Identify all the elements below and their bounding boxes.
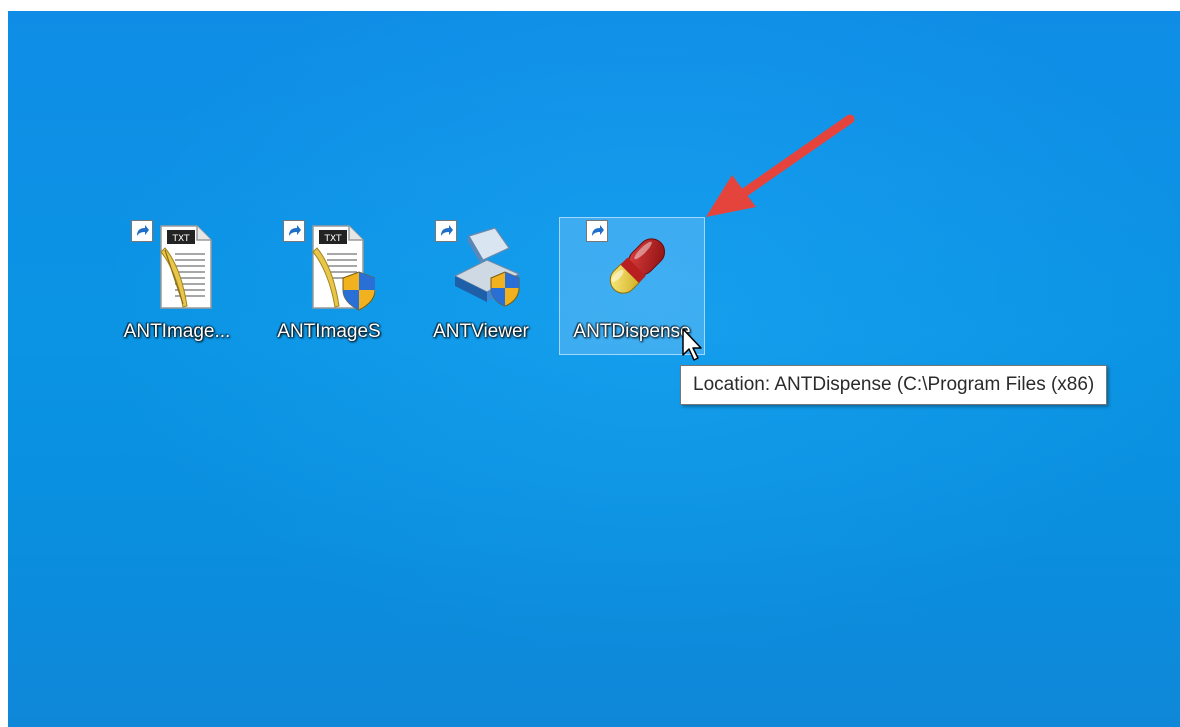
desktop-icon-antviewer[interactable]: ANTViewer <box>408 218 554 356</box>
desktop[interactable]: TXT ANTImage... TXT ANTImageS ANTViewer … <box>8 11 1180 727</box>
scanner-shield-icon <box>435 220 527 316</box>
icon-label: ANTViewer <box>433 321 529 342</box>
location-tooltip: Location: ANTDispense (C:\Program Files … <box>680 365 1108 405</box>
desktop-icon-antimage[interactable]: TXT ANTImage... <box>104 218 250 356</box>
shortcut-arrow-icon <box>283 220 305 242</box>
text-document-quill-icon: TXT <box>131 220 223 316</box>
pill-capsule-icon <box>586 220 678 316</box>
shortcut-arrow-icon <box>586 220 608 242</box>
svg-text:TXT: TXT <box>323 234 342 244</box>
red-arrow-icon <box>706 114 855 217</box>
text-document-quill-shield-icon: TXT <box>283 220 375 316</box>
icon-label: ANTImage... <box>123 321 231 342</box>
icon-label: ANTDispense <box>573 321 691 342</box>
svg-text:TXT: TXT <box>171 234 190 244</box>
shortcut-arrow-icon <box>131 220 153 242</box>
mouse-pointer-icon <box>682 328 702 361</box>
shortcut-arrow-icon <box>435 220 457 242</box>
icon-label: ANTImageS <box>277 321 381 342</box>
desktop-icon-antimages[interactable]: TXT ANTImageS <box>256 218 402 356</box>
